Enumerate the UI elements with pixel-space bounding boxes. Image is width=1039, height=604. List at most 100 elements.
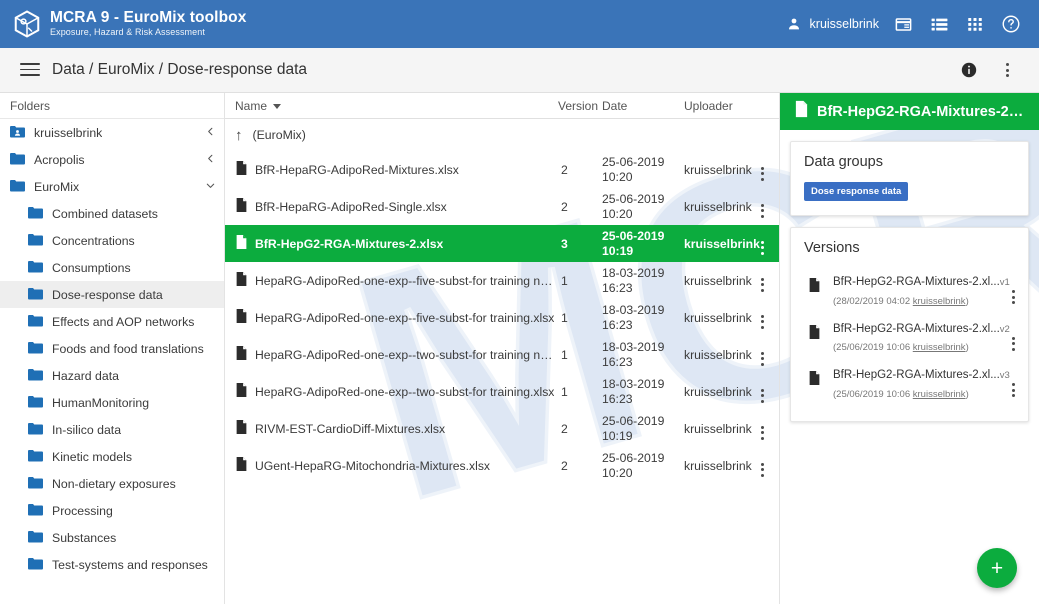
- column-header-version[interactable]: Version: [558, 99, 598, 113]
- version-list-item[interactable]: BfR-HepG2-RGA-Mixtures-2.xl...v2 (25/06/…: [804, 314, 1015, 361]
- data-groups-heading: Data groups: [804, 154, 1015, 170]
- row-menu-button[interactable]: [761, 344, 764, 366]
- sidebar-item-effects-and-aop-networks[interactable]: Effects and AOP networks: [0, 308, 224, 335]
- sidebar-item-concentrations[interactable]: Concentrations: [0, 227, 224, 254]
- sidebar-item-acropolis[interactable]: Acropolis: [0, 146, 224, 173]
- versions-card: Versions BfR-HepG2-RGA-Mixtures-2.xl...v…: [790, 227, 1029, 422]
- sidebar-item-non-dietary-exposures[interactable]: Non-dietary exposures: [0, 470, 224, 497]
- version-meta-user[interactable]: kruisselbrink: [913, 296, 966, 307]
- version-list-item[interactable]: BfR-HepG2-RGA-Mixtures-2.xl...v1 (28/02/…: [804, 267, 1015, 314]
- file-list-panel: Name Version Date Uploader ↑ (EuroMix) B…: [225, 93, 780, 604]
- more-dots: [761, 315, 764, 329]
- file-date: 25-06-2019: [602, 229, 664, 243]
- folder-icon: [28, 368, 43, 384]
- apps-grid-icon[interactable]: [965, 14, 985, 34]
- row-menu-button[interactable]: [761, 159, 764, 181]
- sidebar-item-label: Kinetic models: [52, 450, 132, 464]
- app-bar: MCRA 9 - EuroMix toolbox Exposure, Hazar…: [0, 0, 1039, 48]
- user-menu[interactable]: kruisselbrink: [784, 14, 879, 34]
- sidebar-item-label: Hazard data: [52, 369, 119, 383]
- versions-list: BfR-HepG2-RGA-Mixtures-2.xl...v1 (28/02/…: [804, 267, 1015, 407]
- web-asset-icon[interactable]: [893, 14, 913, 34]
- cube-logo-icon: [12, 9, 42, 39]
- row-menu-button[interactable]: [761, 455, 764, 477]
- hamburger-menu-icon[interactable]: [20, 63, 40, 77]
- file-date-cell: 18-03-201916:23: [602, 303, 664, 333]
- sidebar-item-consumptions[interactable]: Consumptions: [0, 254, 224, 281]
- person-icon: [784, 14, 804, 34]
- parent-folder-label: (EuroMix): [253, 128, 306, 142]
- more-vertical-icon[interactable]: [997, 60, 1017, 80]
- file-document-icon: [235, 308, 248, 327]
- table-row[interactable]: HepaRG-AdipoRed-one-exp--five-subst-for …: [225, 262, 779, 299]
- file-uploader: kruisselbrink: [684, 163, 752, 177]
- file-document-icon: [808, 370, 821, 391]
- row-menu-button[interactable]: [761, 196, 764, 218]
- file-document-icon: [808, 277, 821, 298]
- sidebar-item-humanmonitoring[interactable]: HumanMonitoring: [0, 389, 224, 416]
- column-header-uploader[interactable]: Uploader: [684, 99, 733, 113]
- chevron-down-icon[interactable]: [205, 180, 216, 194]
- version-meta-suffix: ): [966, 296, 969, 307]
- file-name: BfR-HepG2-RGA-Mixtures-2.xlsx: [255, 237, 443, 251]
- table-row[interactable]: UGent-HepaRG-Mitochondria-Mixtures.xlsx2…: [225, 447, 779, 484]
- table-row[interactable]: HepaRG-AdipoRed-one-exp--two-subst-for t…: [225, 336, 779, 373]
- table-row[interactable]: HepaRG-AdipoRed-one-exp--two-subst-for t…: [225, 373, 779, 410]
- chevron-left-icon[interactable]: [205, 153, 216, 167]
- file-date-cell: 25-06-201910:19: [602, 229, 664, 259]
- file-date-cell: 25-06-201910:20: [602, 192, 664, 222]
- sidebar-item-combined-datasets[interactable]: Combined datasets: [0, 200, 224, 227]
- version-list-item[interactable]: BfR-HepG2-RGA-Mixtures-2.xl...v3 (25/06/…: [804, 360, 1015, 407]
- file-name: UGent-HepaRG-Mitochondria-Mixtures.xlsx: [255, 459, 490, 473]
- folder-icon: [28, 314, 43, 330]
- table-row[interactable]: BfR-HepaRG-AdipoRed-Mixtures.xlsx225-06-…: [225, 151, 779, 188]
- version-meta-user[interactable]: kruisselbrink: [913, 342, 966, 353]
- file-name: HepaRG-AdipoRed-one-exp--two-subst-for t…: [255, 385, 554, 399]
- sidebar-item-kinetic-models[interactable]: Kinetic models: [0, 443, 224, 470]
- sidebar-item-kruisselbrink[interactable]: kruisselbrink: [0, 119, 224, 146]
- sidebar-item-hazard-data[interactable]: Hazard data: [0, 362, 224, 389]
- row-menu-button[interactable]: [761, 233, 764, 255]
- row-menu-button[interactable]: [761, 307, 764, 329]
- chevron-left-icon[interactable]: [205, 126, 216, 140]
- file-date: 18-03-2019: [602, 266, 664, 280]
- version-menu-button[interactable]: [1012, 327, 1015, 351]
- file-date: 25-06-2019: [602, 414, 664, 428]
- table-row[interactable]: HepaRG-AdipoRed-one-exp--five-subst-for …: [225, 299, 779, 336]
- more-dots: [1012, 383, 1015, 397]
- sidebar-item-foods-and-food-translations[interactable]: Foods and food translations: [0, 335, 224, 362]
- column-header-date[interactable]: Date: [602, 99, 627, 113]
- sidebar-item-in-silico-data[interactable]: In-silico data: [0, 416, 224, 443]
- data-group-chip[interactable]: Dose response data: [804, 182, 908, 201]
- sidebar-item-dose-response-data[interactable]: Dose-response data: [0, 281, 224, 308]
- more-dots: [761, 167, 764, 181]
- sidebar-item-test-systems-and-responses[interactable]: Test-systems and responses: [0, 551, 224, 578]
- sidebar-item-euromix[interactable]: EuroMix: [0, 173, 224, 200]
- folder-icon: [28, 395, 43, 411]
- list-view-icon[interactable]: [929, 14, 949, 34]
- sidebar-item-label: Foods and food translations: [52, 342, 204, 356]
- table-row[interactable]: BfR-HepG2-RGA-Mixtures-2.xlsx325-06-2019…: [225, 225, 779, 262]
- sidebar-item-substances[interactable]: Substances: [0, 524, 224, 551]
- row-menu-button[interactable]: [761, 418, 764, 440]
- file-document-icon: [235, 382, 248, 401]
- version-menu-button[interactable]: [1012, 373, 1015, 397]
- file-uploader: kruisselbrink: [684, 274, 752, 288]
- row-menu-button[interactable]: [761, 270, 764, 292]
- info-icon[interactable]: [959, 60, 979, 80]
- file-uploader: kruisselbrink: [684, 422, 752, 436]
- file-uploader: kruisselbrink: [684, 348, 752, 362]
- help-circle-icon[interactable]: [1001, 14, 1021, 34]
- row-menu-button[interactable]: [761, 381, 764, 403]
- version-meta-user[interactable]: kruisselbrink: [913, 389, 966, 400]
- sidebar-item-processing[interactable]: Processing: [0, 497, 224, 524]
- folder-icon: [10, 152, 25, 168]
- add-button[interactable]: +: [977, 548, 1017, 588]
- table-row[interactable]: BfR-HepaRG-AdipoRed-Single.xlsx225-06-20…: [225, 188, 779, 225]
- table-row[interactable]: RIVM-EST-CardioDiff-Mixtures.xlsx225-06-…: [225, 410, 779, 447]
- version-menu-button[interactable]: [1012, 280, 1015, 304]
- detail-title: BfR-HepG2-RGA-Mixtures-2.xlsx: [817, 104, 1025, 120]
- column-header-name[interactable]: Name: [235, 99, 281, 113]
- parent-folder-row[interactable]: ↑ (EuroMix): [225, 119, 779, 151]
- sidebar-item-label: Consumptions: [52, 261, 131, 275]
